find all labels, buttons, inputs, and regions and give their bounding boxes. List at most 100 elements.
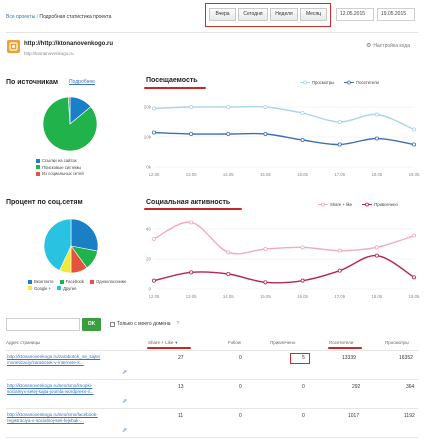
data-point <box>226 272 231 277</box>
attracted-highlight <box>290 353 310 364</box>
project-favicon-icon <box>7 40 20 53</box>
data-point <box>151 236 156 241</box>
cell-visitors: 292 <box>352 384 361 390</box>
cell-share-like: 11 <box>178 413 184 419</box>
legend-label: Привлечено <box>374 202 398 207</box>
data-point <box>151 106 156 111</box>
row-url[interactable]: http://ktonanovenkogo.ru/seo/smo/faceboo… <box>7 412 98 424</box>
data-point <box>189 220 194 225</box>
legend-line-icon <box>344 80 355 85</box>
row-url[interactable]: http://ktonanovenkogo.ru/zarabotok_na_sa… <box>7 354 100 366</box>
external-link-icon[interactable]: ⇗ <box>122 398 127 405</box>
legend-item: Ссылки на сайтах <box>36 158 84 163</box>
breadcrumb: Все проекты / Подробная статистика проек… <box>6 14 111 20</box>
data-point <box>374 136 379 141</box>
period-selector: Вчера Сегодня Неделя Месяц <box>209 8 327 21</box>
data-point <box>411 275 416 280</box>
x-tick-label: 18.05 <box>371 172 382 177</box>
cell-visitors: 13339 <box>342 355 356 361</box>
header-views[interactable]: Просмотры <box>385 340 409 345</box>
date-to-field[interactable]: 19.05.2015 <box>377 8 415 21</box>
period-month-button[interactable]: Месяц <box>300 8 327 21</box>
data-point <box>300 138 305 143</box>
series-line-привлечено <box>153 254 415 284</box>
x-tick-label: 13.05 <box>186 294 197 299</box>
x-tick-label: 16.05 <box>297 294 308 299</box>
legend-item: Одноклассники <box>89 279 126 284</box>
legend-swatch <box>57 286 62 290</box>
sources-legend: Ссылки на сайтах Поисковые системы Из со… <box>36 158 84 176</box>
data-point <box>374 112 379 117</box>
period-today-button[interactable]: Сегодня <box>238 8 268 21</box>
legend-item: Facebook <box>59 279 84 284</box>
data-point <box>263 132 268 137</box>
data-point <box>337 142 342 147</box>
legend-item: Просмотры <box>300 80 334 85</box>
legend-label: Другие <box>63 285 77 291</box>
data-point <box>337 120 342 125</box>
legend-swatch <box>36 158 40 163</box>
sources-more-link[interactable]: Подробнее <box>69 79 95 85</box>
date-from-field[interactable]: 12.05.2015 <box>336 8 374 21</box>
cell-attracted: 5 <box>302 355 305 361</box>
attendance-legend: Просмотры Посетители <box>300 80 379 85</box>
header-follow[interactable]: Follow <box>228 340 241 345</box>
data-point <box>226 104 231 109</box>
data-point <box>411 142 416 147</box>
data-point <box>189 132 194 137</box>
cell-attracted: 0 <box>302 413 305 419</box>
settings-link[interactable]: ⚙ Настройка кода <box>366 42 410 50</box>
legend-swatch <box>28 286 32 290</box>
url-filter-input[interactable] <box>6 318 80 331</box>
project-sub-url[interactable]: http://ktonanovenkogo.ru <box>24 51 74 56</box>
visitors-header-underline <box>328 347 362 349</box>
x-tick-label: 14.05 <box>223 172 234 177</box>
filter-ok-button[interactable]: OK <box>82 318 101 331</box>
external-link-icon[interactable]: ⇗ <box>122 427 127 434</box>
x-tick-label: 12.05 <box>149 172 160 177</box>
x-tick-label: 13.05 <box>186 172 197 177</box>
x-tick-label: 14.05 <box>223 294 234 299</box>
legend-item: Google + <box>28 286 51 291</box>
social-activity-title: Социальная активность <box>146 199 231 206</box>
sources-pie-chart <box>42 96 98 152</box>
header-page-url: Адрес страницы <box>6 340 41 345</box>
table-row: http://ktonanovenkogo.ru/seo/smo/faceboo… <box>6 408 418 436</box>
breadcrumb-current: Подробная статистика проекта <box>39 14 112 20</box>
x-tick-label: 17.05 <box>334 172 345 177</box>
breadcrumb-separator: / <box>36 14 38 20</box>
breadcrumb-all-projects[interactable]: Все проекты <box>6 14 35 20</box>
y-tick-label: 20 <box>146 257 152 262</box>
social-share-pie-chart <box>43 218 99 274</box>
legend-line-icon <box>300 80 310 85</box>
row-url[interactable]: http://ktonanovenkogo.ru/seo/smo/knopki-… <box>7 383 94 395</box>
header-visitors[interactable]: Посетители <box>329 340 353 345</box>
series-line-просмотры <box>153 105 415 131</box>
header-attracted[interactable]: Привлечено <box>270 340 295 345</box>
data-point <box>189 270 194 275</box>
cell-views: 364 <box>406 384 415 390</box>
data-point <box>263 104 268 109</box>
legend-item: Привлечено <box>362 202 398 207</box>
pie-slice-вконтакте <box>70 218 99 252</box>
y-tick-label: 0k <box>146 165 152 170</box>
help-icon[interactable]: ? <box>177 321 180 327</box>
cell-follow: 0 <box>239 413 242 419</box>
legend-label: Просмотры <box>312 80 335 85</box>
legend-label: Из социальных сетей <box>42 171 84 176</box>
own-domain-checkbox[interactable] <box>110 321 115 327</box>
own-domain-filter[interactable]: Только с моего домена ? <box>110 321 179 327</box>
period-week-button[interactable]: Неделя <box>270 8 298 21</box>
own-domain-label: Только с моего домена <box>117 321 171 327</box>
data-point <box>411 233 416 238</box>
project-url[interactable]: http://http://ktonanovenkogo.ru <box>24 41 113 47</box>
data-point <box>300 245 305 250</box>
table-row: http://ktonanovenkogo.ru/seo/smo/knopki-… <box>6 379 418 407</box>
header-share-like[interactable]: Share + Like ▼ <box>148 340 178 345</box>
legend-label: Посетители <box>356 80 379 85</box>
table-row: http://ktonanovenkogo.ru/zarabotok_na_sa… <box>6 350 418 378</box>
legend-swatch <box>59 279 64 284</box>
external-link-icon[interactable]: ⇗ <box>122 369 127 376</box>
period-yesterday-button[interactable]: Вчера <box>209 8 236 21</box>
cell-visitors: 1017 <box>348 413 360 419</box>
